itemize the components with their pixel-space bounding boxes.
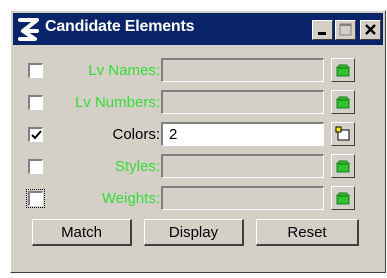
lv-numbers-picker-button[interactable] [331,90,355,114]
match-button[interactable]: Match [32,219,132,246]
styles-picker-button[interactable] [331,154,355,178]
lv-numbers-label: Lv Numbers: [74,94,160,111]
styles-checkbox[interactable] [28,159,43,174]
maximize-button[interactable] [335,20,356,40]
color-picker-icon [335,126,350,141]
minimize-button[interactable] [312,20,333,40]
candidate-elements-window: Candidate Elements Lv Names: Lv Numbers:… [10,10,386,273]
close-icon [365,24,376,35]
weights-field[interactable] [161,186,324,210]
maximize-icon [339,23,352,36]
colors-checkbox[interactable] [28,127,43,142]
weights-checkbox[interactable] [26,189,45,208]
close-button[interactable] [360,20,381,40]
title-bar[interactable]: Candidate Elements [13,13,383,45]
display-button[interactable]: Display [144,219,244,246]
microstation-logo-icon [18,18,39,41]
checkmark-icon [31,130,42,140]
colors-picker-button[interactable] [331,122,355,146]
lv-names-label: Lv Names: [88,62,160,79]
row-weights: Weights: [11,185,387,213]
weights-label: Weights: [101,190,160,207]
window-title: Candidate Elements [45,18,195,35]
lv-names-field[interactable] [161,58,324,82]
reset-button[interactable]: Reset [256,219,359,246]
lv-names-checkbox[interactable] [28,63,43,78]
row-lv-numbers: Lv Numbers: [11,89,387,117]
picker-icon [336,160,350,173]
lv-names-picker-button[interactable] [331,58,355,82]
minimize-icon [318,32,326,35]
picker-icon [336,96,350,109]
lv-numbers-checkbox[interactable] [28,95,43,110]
row-styles: Styles: [11,153,387,181]
row-colors: Colors: [11,121,387,149]
colors-field[interactable] [161,122,324,146]
colors-label: Colors: [112,126,160,143]
styles-label: Styles: [114,158,160,175]
picker-icon [336,192,350,205]
weights-picker-button[interactable] [331,186,355,210]
row-lv-names: Lv Names: [11,57,387,85]
styles-field[interactable] [161,154,324,178]
lv-numbers-field[interactable] [161,90,324,114]
picker-icon [336,64,350,77]
